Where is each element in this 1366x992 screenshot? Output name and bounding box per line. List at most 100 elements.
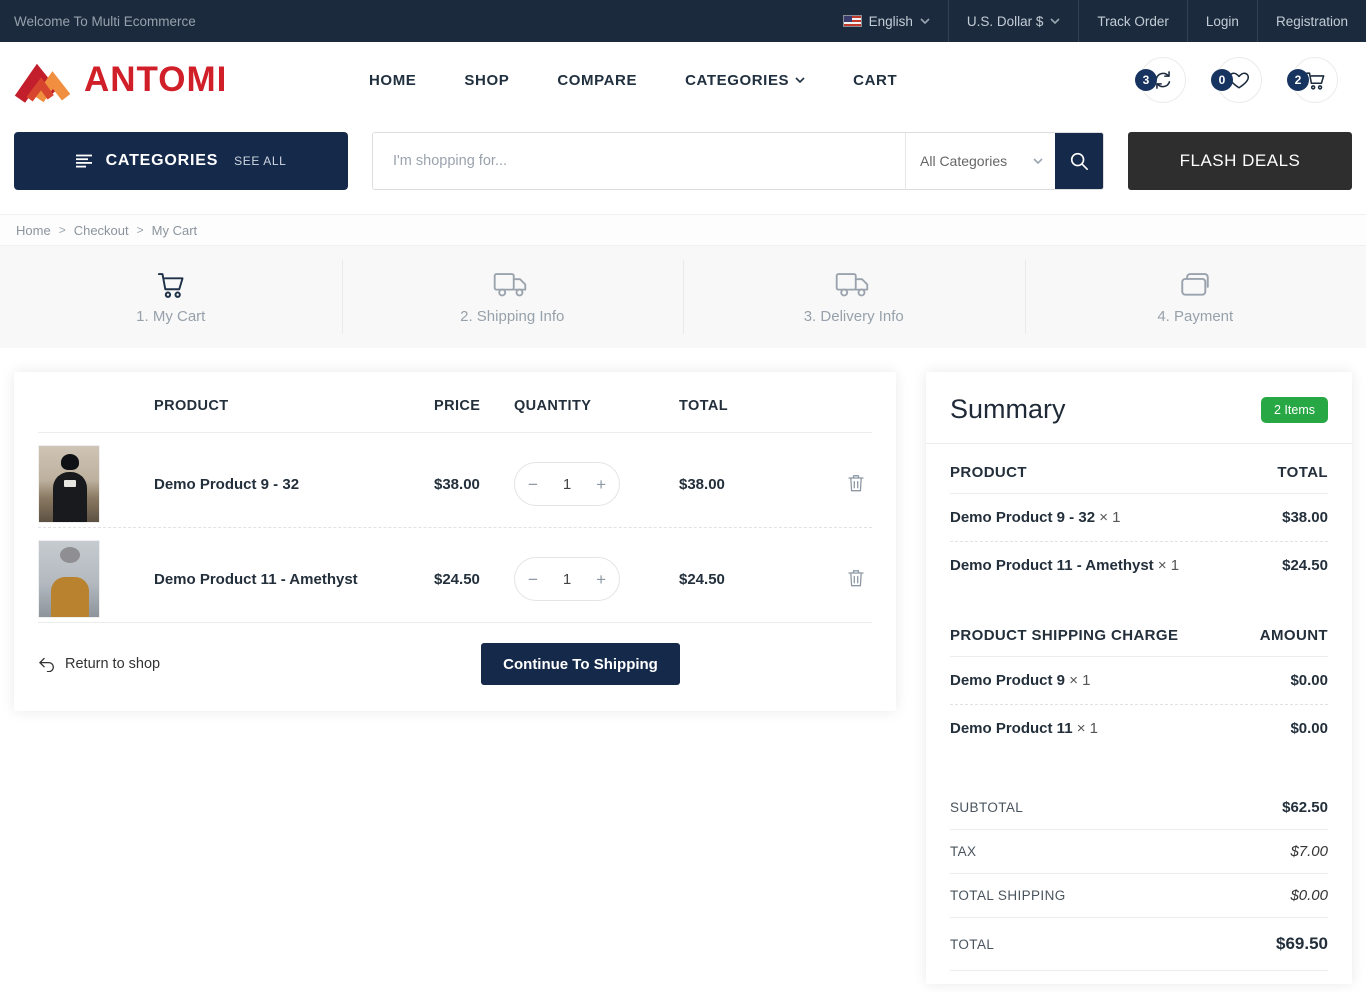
summary-header: Summary 2 Items [926,372,1352,443]
search-icon [1070,152,1088,170]
breadcrumb: Home > Checkout > My Cart [0,214,1366,246]
main-header: ANTOMI HOME SHOP COMPARE CATEGORIES CART… [0,42,1366,118]
summary-item: Demo Product 11 - Amethyst × 1 $24.50 [926,542,1352,589]
step-label: 1. My Cart [136,307,206,325]
compare-button[interactable]: 3 [1135,57,1186,103]
summary-item-name: Demo Product 9 - 32 [950,509,1096,526]
qty-decrease-button[interactable]: − [528,571,538,588]
breadcrumb-checkout[interactable]: Checkout [74,223,129,238]
breadcrumb-separator: > [136,223,144,237]
wishlist-count-badge: 0 [1211,69,1233,91]
summary-columns: PRODUCT TOTAL [926,444,1352,493]
step-shipping-info: 2. Shipping Info [341,246,684,348]
shipping-charge-title: PRODUCT SHIPPING CHARGE [950,627,1179,644]
tax-value: $7.00 [1290,843,1328,860]
nav-shop[interactable]: SHOP [464,72,509,89]
wishlist-button[interactable]: 0 [1211,57,1262,103]
subtotal-row: SUBTOTAL $62.50 [926,786,1352,829]
shipping-item-amount: $0.00 [1290,672,1328,689]
trash-icon [848,474,864,491]
step-my-cart: 1. My Cart [0,246,342,348]
breadcrumb-home[interactable]: Home [16,223,51,238]
undo-arrow-icon [39,657,54,672]
product-line-total: $24.50 [679,570,725,588]
summary-title: Summary [950,394,1066,424]
cart-panel: PRODUCT PRICE QUANTITY TOTAL Demo Produc… [14,372,896,711]
language-selector[interactable]: English [825,0,948,42]
items-count-badge: 2 Items [1261,396,1328,423]
main-content: PRODUCT PRICE QUANTITY TOTAL Demo Produc… [0,348,1366,984]
see-all-label: SEE ALL [234,154,287,168]
product-name-link[interactable]: Demo Product 11 - Amethyst [154,571,434,588]
cart-footer: Return to shop Continue To Shipping [14,623,896,711]
nav-categories-label: CATEGORIES [685,71,790,89]
product-name-link[interactable]: Demo Product 9 - 32 [154,476,434,493]
nav-categories[interactable]: CATEGORIES [685,72,805,89]
divider [950,970,1328,971]
return-to-shop-link[interactable]: Return to shop [38,656,160,672]
hamburger-icon [75,154,92,168]
remove-item-button[interactable] [848,569,872,590]
total-row: TOTAL $69.50 [926,918,1352,970]
col-price: PRICE [434,398,481,414]
step-label: 3. Delivery Info [803,307,904,325]
shipping-item-amount: $0.00 [1290,720,1328,737]
chevron-down-icon [1033,158,1043,164]
quantity-stepper: − 1 + [514,462,620,506]
registration-link[interactable]: Registration [1258,0,1352,42]
categories-menu-button[interactable]: CATEGORIES SEE ALL [14,132,348,190]
col-total: TOTAL [679,398,728,414]
currency-selector[interactable]: U.S. Dollar $ [949,0,1079,42]
summary-item-name: Demo Product 11 - Amethyst [950,557,1154,574]
qty-value[interactable]: 1 [563,476,571,493]
chevron-down-icon [920,18,930,24]
total-label: TOTAL [950,936,995,952]
total-value: $69.50 [1276,934,1328,953]
chevron-down-icon [795,77,805,83]
header-actions: 3 0 2 [1135,57,1352,103]
chevron-down-icon [1050,18,1060,24]
qty-increase-button[interactable]: + [596,476,606,493]
subtotal-label: SUBTOTAL [950,800,1024,815]
shipping-item: Demo Product 9 × 1 $0.00 [926,657,1352,704]
step-label: 2. Shipping Info [460,307,565,325]
shipping-item-qty: × 1 [1076,720,1098,737]
cart-icon [157,272,184,298]
qty-increase-button[interactable]: + [596,571,606,588]
brand-logo[interactable]: ANTOMI [14,55,369,105]
nav-home[interactable]: HOME [369,72,416,89]
shipping-item-qty: × 1 [1069,672,1091,689]
us-flag-icon [842,15,862,27]
cart-count-badge: 2 [1287,69,1309,91]
track-order-link[interactable]: Track Order [1079,0,1187,42]
nav-cart[interactable]: CART [853,72,897,89]
cart-table-header: PRODUCT PRICE QUANTITY TOTAL [14,372,896,432]
product-line-total: $38.00 [679,475,725,493]
category-select[interactable]: All Categories [905,133,1055,189]
login-link[interactable]: Login [1188,0,1257,42]
breadcrumb-current: My Cart [151,222,198,238]
search-input[interactable] [373,133,905,189]
total-shipping-value: $0.00 [1290,887,1328,904]
brand-name: ANTOMI [84,60,228,99]
step-label: 4. Payment [1157,307,1234,325]
summary-col-total: TOTAL [1277,464,1328,481]
trash-icon [848,569,864,586]
qty-decrease-button[interactable]: − [528,476,538,493]
nav-compare[interactable]: COMPARE [557,72,637,89]
cart-row: Demo Product 9 - 32 $38.00 − 1 + $38.00 [14,433,896,527]
continue-to-shipping-button[interactable]: Continue To Shipping [481,643,680,685]
breadcrumb-separator: > [58,223,66,237]
summary-item-total: $38.00 [1282,509,1328,526]
subtotal-value: $62.50 [1282,799,1328,816]
step-delivery-info: 3. Delivery Info [683,246,1025,348]
remove-item-button[interactable] [848,474,872,495]
truck-icon [494,272,527,296]
qty-value[interactable]: 1 [563,571,571,588]
col-product: PRODUCT [154,398,229,414]
product-image [38,445,100,523]
total-shipping-row: TOTAL SHIPPING $0.00 [926,874,1352,917]
flash-deals-button[interactable]: FLASH DEALS [1128,132,1352,190]
search-submit-button[interactable] [1055,133,1103,189]
cart-button[interactable]: 2 [1287,57,1338,103]
